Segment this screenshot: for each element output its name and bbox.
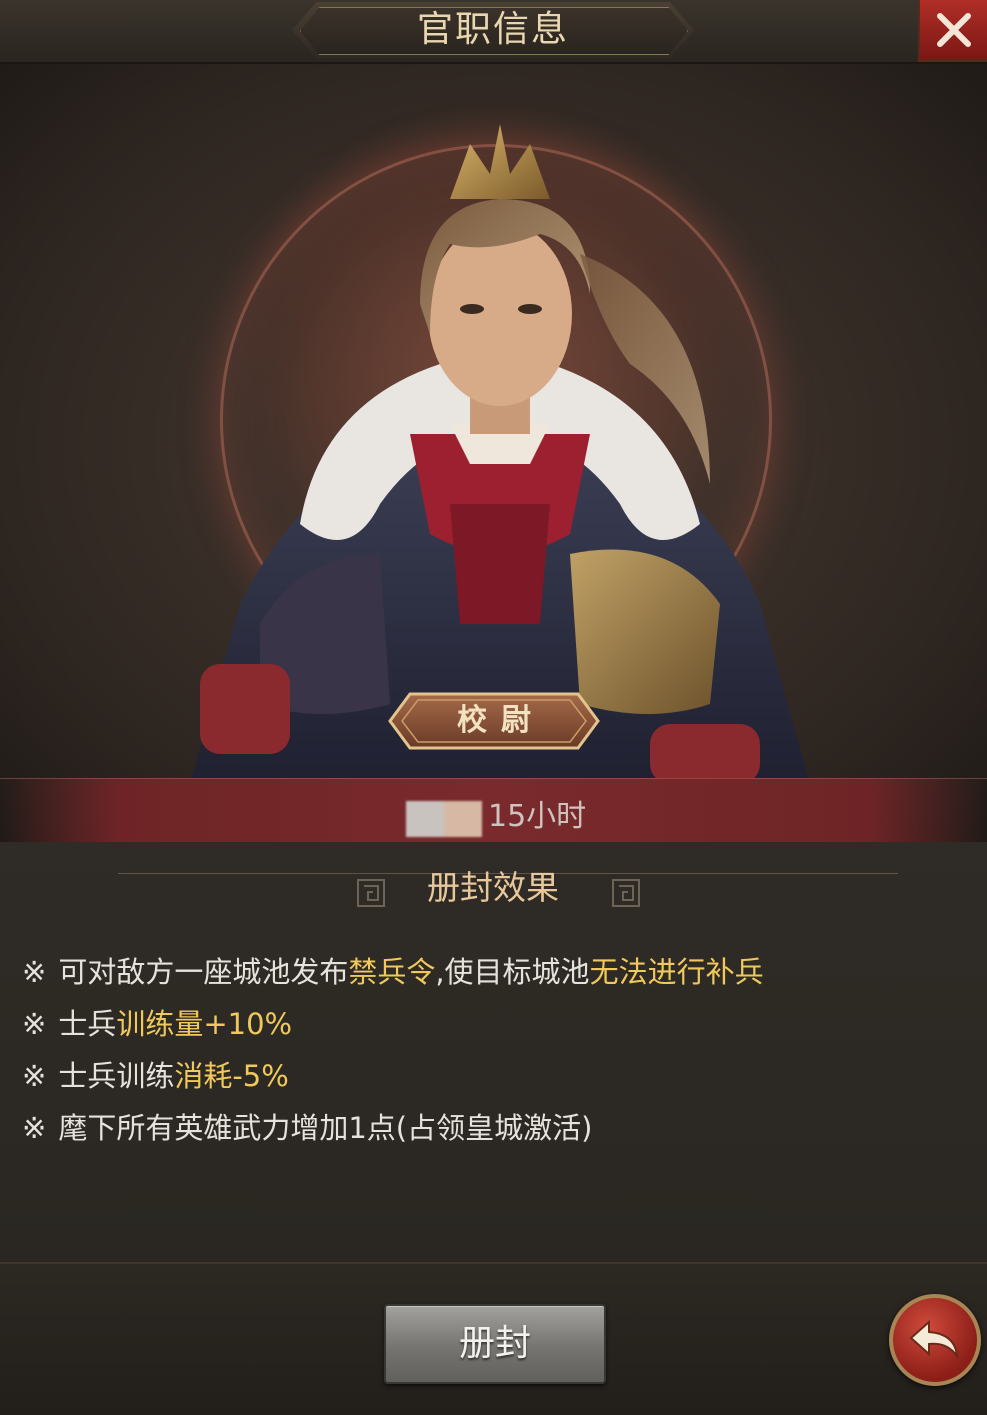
duration-bar: 15小时: [0, 778, 987, 842]
effect-line: ※ 可对敌方一座城池发布禁兵令,使目标城池无法进行补兵: [22, 946, 962, 998]
confer-button-label: 册封: [458, 1323, 531, 1364]
page-title: 官职信息: [416, 9, 569, 50]
rank-title: 校尉: [457, 703, 545, 738]
header-bar: 官职信息: [0, 0, 987, 64]
close-button[interactable]: [918, 0, 987, 62]
effects-panel: 册封效果 ※ 可对敌方一座城池发布禁兵令,使目标城池无法进行补兵 ※ 士兵训练量+10…: [0, 842, 987, 1262]
hero-portrait-panel: 校尉 15小时: [0, 64, 987, 842]
effect-highlight: 禁兵令: [348, 955, 436, 989]
effect-list: ※ 可对敌方一座城池发布禁兵令,使目标城池无法进行补兵 ※ 士兵训练量+10% ※ 士兵训…: [22, 946, 962, 1154]
footer-bar: 册封: [0, 1262, 987, 1415]
obscured-text: [406, 801, 482, 837]
hero-portrait-image: [190, 124, 810, 784]
ornament-right-icon: [612, 879, 640, 907]
effect-highlight: 无法进行补兵: [589, 955, 764, 989]
bullet-mark: ※: [22, 1059, 47, 1093]
bullet-mark: ※: [22, 1111, 47, 1145]
back-arrow-icon: [909, 1319, 959, 1360]
effect-line: ※ 士兵训练量+10%: [22, 998, 962, 1050]
effect-text: ,使目标城池: [435, 955, 590, 989]
effect-text: 士兵: [58, 1007, 117, 1041]
effect-text: 士兵训练: [58, 1059, 175, 1093]
close-icon: [937, 13, 971, 47]
duration-text: 15小时: [488, 799, 587, 834]
effect-text: 可对敌方一座城池发布: [58, 955, 349, 989]
bullet-mark: ※: [22, 1007, 47, 1041]
back-button[interactable]: [889, 1294, 981, 1386]
effect-highlight: 训练量+10%: [116, 1007, 293, 1041]
effect-text: 麾下所有英雄武力增加1点(占领皇城激活): [58, 1111, 593, 1145]
effect-highlight: 消耗-5%: [174, 1059, 289, 1093]
effect-line: ※ 麾下所有英雄武力增加1点(占领皇城激活): [22, 1102, 962, 1154]
section-title: 册封效果: [427, 868, 559, 907]
confer-button[interactable]: 册封: [384, 1304, 606, 1384]
bullet-mark: ※: [22, 955, 47, 989]
effect-line: ※ 士兵训练消耗-5%: [22, 1050, 962, 1102]
ornament-left-icon: [357, 879, 385, 907]
